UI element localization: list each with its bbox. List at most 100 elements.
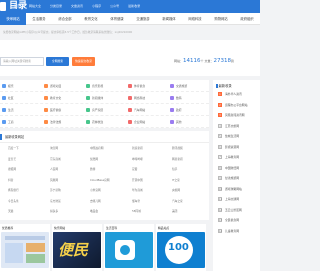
category-item[interactable]: 娱乐: [2, 84, 14, 88]
nav-item[interactable]: 综合全部: [52, 13, 78, 25]
nav-item[interactable]: 体育健康: [104, 13, 130, 25]
site-link[interactable]: 央视网: [172, 188, 180, 192]
category-item[interactable]: 社区: [2, 96, 14, 100]
site-link[interactable]: 优酷网: [90, 157, 98, 161]
category-item[interactable]: 教育文化: [44, 96, 61, 100]
top-link[interactable]: 分类目录: [50, 4, 62, 8]
thumb-card[interactable]: 生活百科: [104, 224, 154, 271]
ranking-item[interactable]: 10 游戏攻略网站: [218, 186, 242, 196]
site-link[interactable]: 人民网: [50, 167, 58, 171]
site-link[interactable]: CloudBase官网: [90, 178, 110, 182]
nav-item[interactable]: 快审网站: [0, 13, 26, 25]
ranking-item[interactable]: 6 影视资源网: [218, 144, 239, 154]
category-item[interactable]: 政府: [170, 108, 182, 112]
ranking-item[interactable]: 12 五云山景区网: [218, 207, 242, 217]
nav-item[interactable]: 交通旅游: [130, 13, 156, 25]
category-item[interactable]: 房产家居: [86, 108, 103, 112]
ranking-item[interactable]: 1 海外华人资讯: [218, 92, 242, 101]
site-link[interactable]: 百度一下: [8, 146, 19, 150]
category-item[interactable]: 汽车网站: [128, 108, 145, 112]
site-link[interactable]: 天猫: [8, 209, 13, 213]
site-link[interactable]: 腾讯视频: [172, 146, 183, 150]
site-link[interactable]: 新浪新闻: [132, 146, 143, 150]
thumb-card[interactable]: 精品站点 100: [156, 224, 206, 271]
site-link[interactable]: IT之家: [172, 178, 180, 182]
category-item[interactable]: 新闻媒体: [86, 96, 103, 100]
category-item[interactable]: 生活: [2, 108, 14, 112]
ranking-item[interactable]: 5 盐城生活网: [218, 134, 239, 143]
site-link[interactable]: 去哪儿网: [90, 199, 101, 203]
quick-submit-button[interactable]: 快速提交收录: [72, 57, 95, 66]
ranking-item[interactable]: 14 儿童教育网: [218, 228, 239, 238]
ranking-item[interactable]: 3 凤凰新闻资讯网: [218, 113, 245, 122]
top-link[interactable]: 小程序: [92, 4, 101, 8]
category-item[interactable]: 数码: [170, 96, 182, 100]
site-link[interactable]: 微博: [90, 167, 95, 171]
site-link[interactable]: 懂车帝: [132, 199, 140, 203]
nav-item[interactable]: 网络科技: [182, 13, 208, 25]
ranking-number: 7: [218, 155, 222, 159]
category-icon: [2, 108, 6, 112]
site-link[interactable]: 网易新闻: [172, 157, 183, 161]
top-link[interactable]: 网站大全: [29, 4, 41, 8]
site-link[interactable]: 搜狐网: [8, 167, 16, 171]
category-label: 娱乐: [8, 84, 14, 88]
site-link[interactable]: 唯品会: [90, 209, 98, 213]
site-link[interactable]: 东方财富: [50, 199, 61, 203]
site-link[interactable]: 淘宝网: [50, 146, 58, 150]
site-link[interactable]: 拼多多: [50, 209, 58, 213]
category-item[interactable]: 交通旅游: [170, 84, 187, 88]
site-link[interactable]: 京东商城: [50, 157, 61, 161]
search-input[interactable]: 请输入网址关键词搜索: [0, 57, 44, 66]
ranking-item[interactable]: 8 中国财经网: [218, 165, 239, 175]
top-link[interactable]: 最新收录: [128, 4, 140, 8]
category-item[interactable]: 音乐影视: [86, 84, 103, 88]
thumb-card[interactable]: 优质推荐: [0, 224, 50, 271]
ranking-item[interactable]: 13 全民健身网: [218, 218, 239, 227]
site-link[interactable]: 知乎: [172, 167, 177, 171]
site-link[interactable]: 58同城: [132, 209, 141, 213]
category-item[interactable]: 其他: [170, 120, 182, 124]
site-link[interactable]: 苏宁易购: [50, 188, 61, 192]
site-link[interactable]: 开源中国: [132, 178, 143, 182]
ranking-item[interactable]: 4 江苏文旅网: [218, 123, 239, 133]
category-item[interactable]: 游戏动漫: [44, 84, 61, 88]
nav-item[interactable]: 政府组织: [234, 13, 260, 25]
site-link[interactable]: 中国政府网: [90, 146, 103, 150]
category-item[interactable]: 企业网站: [128, 120, 145, 124]
site-link[interactable]: 豆瓣: [132, 167, 137, 171]
nav-item[interactable]: 教育文化: [78, 13, 104, 25]
thumb-card[interactable]: 快乐网站 便民: [52, 224, 102, 271]
nav-item[interactable]: 生活服务: [26, 13, 52, 25]
ranking-item[interactable]: 9 甘肃旅游网: [218, 176, 239, 185]
category-item[interactable]: 工商: [2, 120, 14, 124]
category-item[interactable]: 医疗健康: [44, 108, 61, 112]
thumb-image: [105, 232, 153, 268]
top-link[interactable]: 文章资讯: [71, 4, 83, 8]
site-link[interactable]: 小米官网: [90, 188, 101, 192]
site-link[interactable]: 凤凰网: [50, 178, 58, 182]
site-link[interactable]: 今日头条: [8, 199, 19, 203]
top-link[interactable]: 首页: [14, 4, 20, 8]
nav-item[interactable]: 购物网站: [208, 13, 234, 25]
ranking-item[interactable]: 11 上海交通网: [218, 197, 239, 206]
site-link[interactable]: 哔哩哔哩: [132, 157, 143, 161]
stats-article-count: 27318: [213, 58, 232, 64]
category-item[interactable]: 法律法规: [44, 120, 61, 124]
ranking-label: 五云山景区网: [225, 207, 242, 212]
site-link[interactable]: 抖音: [8, 178, 13, 182]
search-button[interactable]: 全网搜索: [46, 57, 69, 66]
ranking-item[interactable]: 7 上海教育网: [218, 155, 239, 164]
top-link[interactable]: 公众号: [110, 4, 119, 8]
category-item[interactable]: 农林牧渔: [86, 120, 103, 124]
site-link[interactable]: 美团: [172, 209, 177, 213]
site-link[interactable]: 汽车之家: [172, 199, 183, 203]
site-link[interactable]: 携程旅行: [8, 188, 19, 192]
site-link[interactable]: 华为商城: [132, 188, 143, 192]
category-label: 交通旅游: [176, 84, 188, 88]
ranking-item[interactable]: 2 远程办公平台网站: [218, 102, 247, 112]
category-item[interactable]: 网络科技: [128, 96, 145, 100]
site-link[interactable]: 爱奇艺: [8, 157, 16, 161]
nav-item[interactable]: 新闻媒体: [156, 13, 182, 25]
category-item[interactable]: 体育健身: [128, 84, 145, 88]
